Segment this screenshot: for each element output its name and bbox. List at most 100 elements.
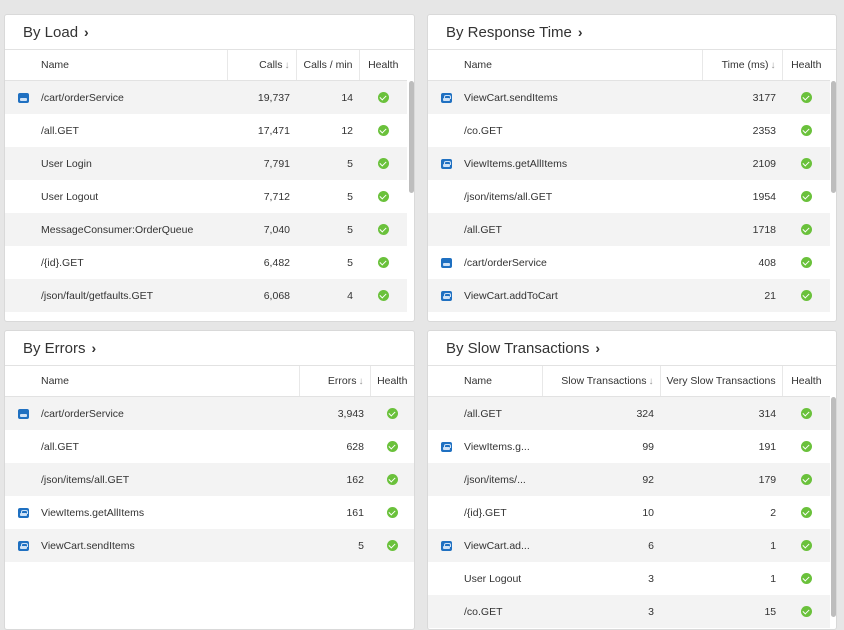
transaction-name[interactable]: /co.GET xyxy=(464,114,702,147)
row-icon-cell xyxy=(428,562,464,595)
by-errors-table: Name Errors ↓ Health /cart/orderService 3,… xyxy=(5,366,414,562)
table-row[interactable]: /{id}.GET 6,482 5 xyxy=(5,246,407,279)
transaction-name[interactable]: /json/items/all.GET xyxy=(41,463,299,496)
table-row[interactable]: User Login 7,791 5 xyxy=(5,147,407,180)
table-row[interactable]: /json/items/all.GET 162 xyxy=(5,463,414,496)
transaction-name[interactable]: /cart/orderService xyxy=(464,246,702,279)
table-row[interactable]: ViewCart.ad... 6 1 xyxy=(428,529,831,562)
scrollbar[interactable] xyxy=(831,397,836,617)
transaction-name[interactable]: /cart/orderService xyxy=(41,396,299,430)
transaction-name[interactable]: /{id}.GET xyxy=(41,246,227,279)
calls-per-min-column-header[interactable]: Calls / min xyxy=(295,50,359,81)
name-column-header[interactable]: Name xyxy=(464,366,542,397)
row-icon-cell xyxy=(428,114,464,147)
transaction-name[interactable]: ViewCart.addToCart xyxy=(464,279,702,312)
metric-value: 99 xyxy=(642,440,654,453)
transaction-name[interactable]: /co.GET xyxy=(464,595,542,628)
row-icon-cell xyxy=(5,529,41,562)
metric-value: 408 xyxy=(758,256,776,269)
table-row[interactable]: /co.GET 2353 xyxy=(428,114,830,147)
health-cell xyxy=(782,279,830,312)
table-row[interactable]: ViewCart.sendItems 3177 xyxy=(428,80,830,114)
table-row[interactable]: MessageConsumer:OrderQueue 7,040 5 xyxy=(5,213,407,246)
transaction-name[interactable]: /{id}.GET xyxy=(464,496,542,529)
health-column-header[interactable]: Health xyxy=(369,366,414,397)
table-row[interactable]: /json/fault/getfaults.GET 6,068 4 xyxy=(5,279,407,312)
table-row[interactable]: ViewItems.getAllItems 2109 xyxy=(428,147,830,180)
health-ok-icon xyxy=(386,540,398,552)
name-column-header[interactable]: Name xyxy=(41,50,227,81)
transaction-name[interactable]: ViewItems.getAllItems xyxy=(464,147,702,180)
transaction-name[interactable]: /json/fault/getfaults.GET xyxy=(41,279,227,312)
health-ok-icon xyxy=(800,474,812,486)
row-icon-cell xyxy=(428,529,464,562)
slow-transactions-column-header[interactable]: Slow Transactions ↓ xyxy=(541,366,660,397)
health-ok-icon xyxy=(800,257,812,269)
by-errors-title: By Errors xyxy=(23,340,86,357)
transaction-name[interactable]: User Logout xyxy=(464,562,542,595)
table-row[interactable]: /json/items/... 92 179 xyxy=(428,463,831,496)
by-response-time-title-link[interactable]: By Response Time › xyxy=(428,15,836,50)
very-slow-transactions-column-header[interactable]: Very Slow Transactions xyxy=(659,366,783,397)
service-icon xyxy=(17,408,29,419)
table-row[interactable]: /all.GET 628 xyxy=(5,430,414,463)
table-row[interactable]: /all.GET 324 314 xyxy=(428,396,831,430)
table-row[interactable]: ViewItems.g... 99 191 xyxy=(428,430,830,463)
metric-value: 3 xyxy=(648,572,654,585)
table-row[interactable]: /all.GET 1718 xyxy=(428,213,830,246)
row-icon-cell xyxy=(428,246,464,279)
transaction-name[interactable]: /all.GET xyxy=(464,396,542,430)
cart-icon xyxy=(440,540,452,551)
calls-column-header[interactable]: Calls ↓ xyxy=(226,50,296,81)
table-row[interactable]: User Logout 3 1 xyxy=(428,562,830,595)
table-row[interactable]: /{id}.GET 10 2 xyxy=(428,496,830,529)
by-slow-transactions-title-link[interactable]: By Slow Transactions › xyxy=(428,331,836,366)
health-ok-icon xyxy=(377,191,389,203)
transaction-name[interactable]: /all.GET xyxy=(41,430,299,463)
transaction-name[interactable]: /cart/orderService xyxy=(41,80,227,114)
row-icon-cell xyxy=(428,463,464,496)
table-row[interactable]: ViewCart.addToCart 21 xyxy=(428,279,830,312)
table-row[interactable]: /json/items/all.GET 1954 xyxy=(428,180,830,213)
transaction-name[interactable]: ViewCart.sendItems xyxy=(41,529,299,562)
health-cell xyxy=(782,246,830,279)
transaction-name[interactable]: /json/items/all.GET xyxy=(464,180,702,213)
by-slow-transactions-title: By Slow Transactions xyxy=(446,340,590,357)
health-column-header[interactable]: Health xyxy=(781,366,831,397)
transaction-name[interactable]: User Login xyxy=(41,147,227,180)
by-errors-title-link[interactable]: By Errors › xyxy=(5,331,414,366)
table-row[interactable]: /co.GET 3 15 xyxy=(428,595,831,628)
name-column-header[interactable]: Name xyxy=(41,366,299,397)
table-row[interactable]: ViewCart.sendItems 5 xyxy=(5,529,414,562)
errors-header-label: Errors xyxy=(327,375,357,387)
metric-value: 7,791 xyxy=(227,147,296,180)
transaction-name[interactable]: /json/items/... xyxy=(464,463,542,496)
metric-value: 3177 xyxy=(702,80,782,114)
table-row[interactable]: /cart/orderService 19,737 14 xyxy=(5,80,407,114)
transaction-name[interactable]: ViewCart.sendItems xyxy=(464,80,702,114)
name-column-header[interactable]: Name xyxy=(464,50,702,81)
table-row[interactable]: ViewItems.getAllItems 161 xyxy=(5,496,414,529)
transaction-name[interactable]: ViewItems.getAllItems xyxy=(41,496,299,529)
transaction-name[interactable]: /all.GET xyxy=(464,213,702,246)
transaction-name[interactable]: /all.GET xyxy=(41,114,227,147)
health-column-header[interactable]: Health xyxy=(781,50,830,81)
transaction-name[interactable]: ViewCart.ad... xyxy=(464,529,542,562)
time-column-header[interactable]: Time (ms) ↓ xyxy=(701,50,782,81)
health-column-header[interactable]: Health xyxy=(358,50,407,81)
health-cell xyxy=(782,529,831,562)
transaction-name[interactable]: ViewItems.g... xyxy=(464,430,542,463)
table-row[interactable]: /all.GET 17,471 12 xyxy=(5,114,407,147)
scrollbar[interactable] xyxy=(409,81,414,193)
metric-value-secondary: 12 xyxy=(341,124,353,137)
table-row[interactable]: /cart/orderService 3,943 xyxy=(5,396,414,430)
sort-desc-icon: ↓ xyxy=(770,60,776,71)
table-row[interactable]: User Logout 7,712 5 xyxy=(5,180,407,213)
by-load-title-link[interactable]: By Load › xyxy=(5,15,414,50)
transaction-name[interactable]: User Logout xyxy=(41,180,227,213)
transaction-name[interactable]: MessageConsumer:OrderQueue xyxy=(41,213,227,246)
health-cell xyxy=(782,463,831,496)
errors-column-header[interactable]: Errors ↓ xyxy=(298,366,370,397)
scrollbar[interactable] xyxy=(831,81,836,193)
table-row[interactable]: /cart/orderService 408 xyxy=(428,246,830,279)
